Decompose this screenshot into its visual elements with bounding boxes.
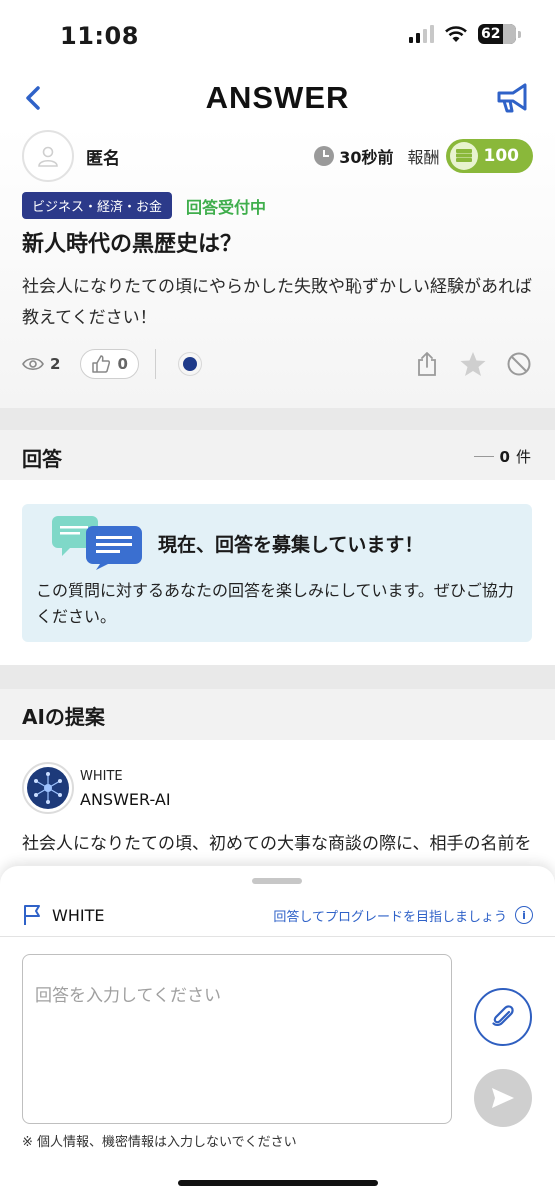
username: 匿名 bbox=[86, 148, 120, 169]
ai-grade: WHITE bbox=[80, 769, 123, 784]
user-icon bbox=[38, 146, 58, 167]
upgrade-link[interactable]: 回答してプログレードを目指しましょう i bbox=[273, 906, 533, 925]
tag-row: ビジネス・経済・お金 回答受付中 bbox=[22, 192, 266, 219]
answer-input[interactable] bbox=[22, 954, 452, 1124]
info-icon[interactable]: i bbox=[515, 906, 533, 924]
user-grade: WHITE bbox=[52, 905, 105, 925]
like-count: 0 bbox=[117, 355, 128, 373]
flag-icon bbox=[24, 905, 40, 925]
question-meta: 30秒前 報酬 100 bbox=[314, 139, 533, 173]
section-gap bbox=[0, 665, 555, 689]
megaphone-icon bbox=[497, 83, 527, 113]
ai-section-title: AIの提案 bbox=[22, 705, 105, 729]
send-button[interactable] bbox=[474, 1069, 532, 1127]
question-card: 匿名 30秒前 報酬 100 ビジネス・経済・お金 回答受付中 新人時代の黒歴史… bbox=[0, 126, 555, 408]
eye-icon bbox=[22, 357, 44, 371]
ai-header: AIの提案 bbox=[0, 689, 555, 740]
star-icon bbox=[460, 352, 486, 376]
time-ago: 30秒前 bbox=[339, 148, 394, 167]
answers-header: 回答 0件 bbox=[0, 430, 555, 480]
app-header: ANSWER bbox=[0, 70, 555, 126]
action-icons bbox=[413, 350, 533, 378]
answer-count-unit: 件 bbox=[515, 448, 531, 466]
question-actions: 2 0 bbox=[22, 344, 533, 384]
recruit-text: この質問に対するあなたの回答を楽しみにしています。ぜひご協力ください。 bbox=[36, 581, 514, 626]
battery-icon: 62 bbox=[478, 24, 516, 44]
block-icon bbox=[507, 352, 531, 376]
answers-section: 現在、回答を募集しています！ この質問に対するあなたの回答を楽しみにしています。… bbox=[0, 480, 555, 665]
chat-bubbles-icon bbox=[52, 516, 142, 570]
send-icon bbox=[492, 1088, 514, 1108]
view-count-value: 2 bbox=[50, 355, 61, 373]
favorite-button[interactable] bbox=[459, 350, 487, 378]
home-indicator bbox=[178, 1180, 378, 1186]
like-button[interactable]: 0 bbox=[80, 349, 139, 379]
question-meta-row: 匿名 30秒前 報酬 100 bbox=[22, 130, 533, 182]
recruit-title: 現在、回答を募集しています！ bbox=[158, 534, 424, 556]
privacy-notice: ※ 個人情報、機密情報は入力しないでください bbox=[22, 1135, 297, 1150]
block-button[interactable] bbox=[505, 350, 533, 378]
wifi-icon bbox=[445, 26, 467, 42]
paperclip-icon bbox=[492, 1005, 514, 1027]
thumbs-up-icon bbox=[92, 355, 111, 373]
coin-icon bbox=[449, 142, 478, 170]
battery-level: 62 bbox=[481, 26, 501, 42]
reward-value: 100 bbox=[483, 146, 520, 166]
avatar[interactable] bbox=[22, 130, 74, 182]
status-badge: 回答受付中 bbox=[186, 197, 267, 217]
status-bar: 11:08 62 bbox=[0, 0, 555, 70]
reward-badge: 100 bbox=[445, 139, 533, 173]
section-gap bbox=[0, 408, 555, 430]
answer-sheet: WHITE 回答してプログレードを目指しましょう i ※ 個人情報、機密情報は入… bbox=[0, 866, 555, 1200]
question-body: 社会人になりたての頃にやらかした失敗や恥ずかしい経験があれば教えてください！ bbox=[22, 277, 532, 328]
ai-name: ANSWER-AI bbox=[80, 790, 171, 809]
category-tag[interactable]: ビジネス・経済・お金 bbox=[22, 192, 173, 219]
app-logo: ANSWER bbox=[205, 80, 350, 115]
view-count: 2 bbox=[22, 355, 60, 373]
reward-label: 報酬 bbox=[407, 148, 440, 167]
attach-button[interactable] bbox=[474, 988, 532, 1046]
status-time: 11:08 bbox=[60, 22, 139, 50]
divider bbox=[0, 936, 555, 937]
question-title: 新人時代の黒歴史は？ bbox=[22, 232, 243, 257]
clock-icon bbox=[314, 146, 335, 166]
upgrade-text: 回答してプログレードを目指しましょう bbox=[273, 909, 507, 925]
ai-avatar[interactable] bbox=[22, 762, 74, 814]
answer-count-value: 0 bbox=[499, 447, 510, 466]
share-button[interactable] bbox=[413, 350, 441, 378]
grade-row: WHITE 回答してプログレードを目指しましょう i bbox=[22, 900, 533, 930]
network-icon bbox=[27, 767, 69, 809]
report-button[interactable] bbox=[493, 78, 533, 118]
divider bbox=[154, 349, 157, 379]
sheet-grabber[interactable] bbox=[252, 878, 302, 884]
recruit-banner: 現在、回答を募集しています！ この質問に対するあなたの回答を楽しみにしています。… bbox=[22, 504, 532, 642]
share-icon bbox=[418, 352, 436, 376]
signal-icon bbox=[409, 25, 434, 43]
ai-badge bbox=[178, 352, 203, 376]
status-icons: 62 bbox=[409, 24, 521, 44]
answers-title: 回答 bbox=[22, 447, 62, 471]
answer-count: 0件 bbox=[473, 446, 531, 467]
ai-suggestion: WHITE ANSWER-AI 社会人になりたての頃、初めての大事な商談の際に、… bbox=[0, 740, 555, 886]
